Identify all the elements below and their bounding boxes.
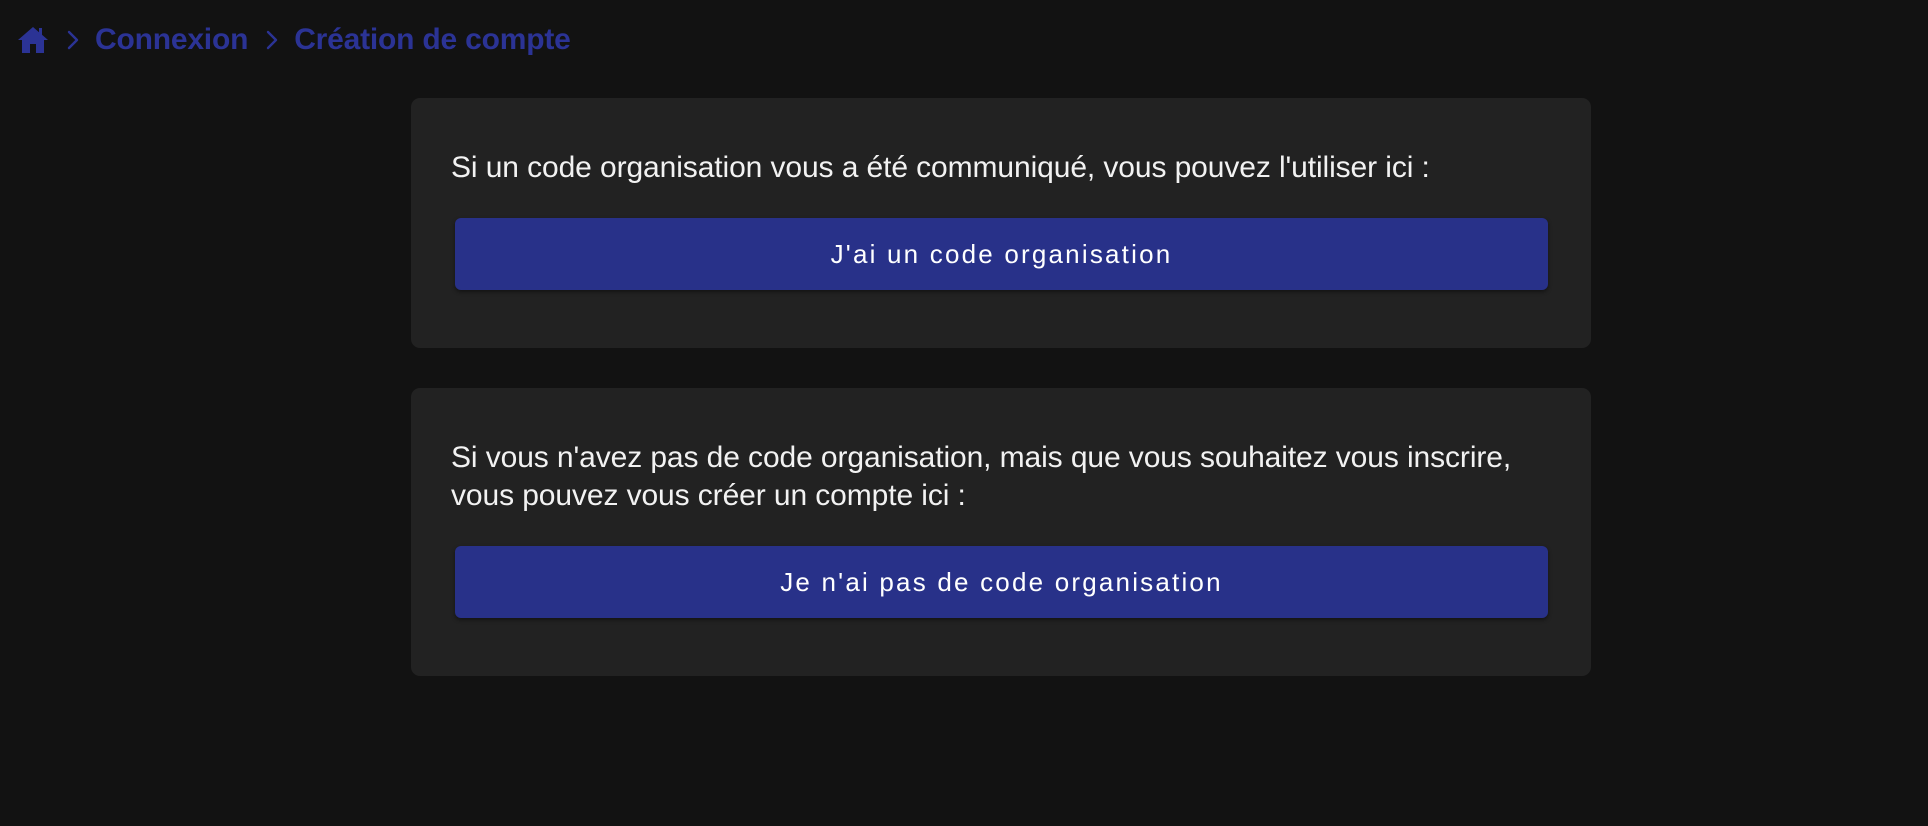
breadcrumb-link-connexion[interactable]: Connexion — [95, 23, 248, 57]
chevron-right-icon — [59, 25, 87, 55]
organisation-code-card: Si un code organisation vous a été commu… — [411, 98, 1591, 348]
chevron-right-icon — [258, 25, 286, 55]
breadcrumb-current-page: Création de compte — [294, 23, 571, 56]
have-organisation-code-button[interactable]: J'ai un code organisation — [455, 218, 1548, 290]
no-organisation-code-button[interactable]: Je n'ai pas de code organisation — [455, 546, 1548, 618]
home-icon[interactable] — [16, 24, 49, 57]
organisation-code-description: Si un code organisation vous a été commu… — [451, 151, 1430, 184]
no-organisation-code-card: Si vous n'avez pas de code organisation,… — [411, 388, 1591, 676]
no-organisation-code-description: Si vous n'avez pas de code organisation,… — [451, 441, 1512, 512]
breadcrumb: Connexion Création de compte — [16, 18, 571, 62]
